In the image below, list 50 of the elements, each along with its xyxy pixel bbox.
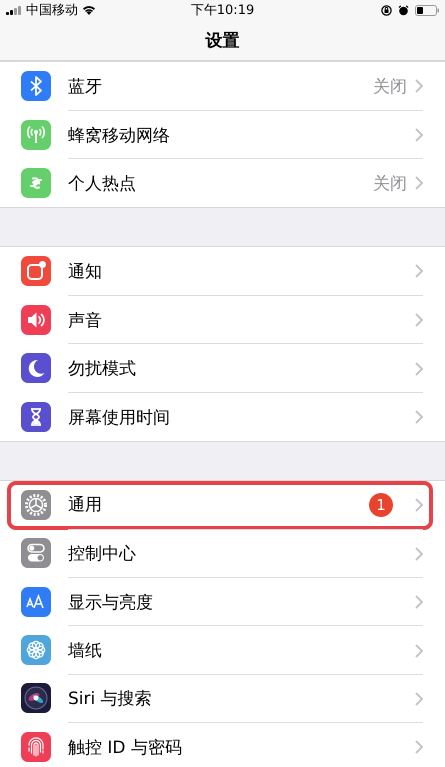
chevron-icon (415, 313, 423, 328)
notification-badge: 1 (369, 492, 393, 517)
settings-row[interactable]: 屏幕使用时间 (0, 392, 445, 441)
row-label: 声音 (68, 310, 103, 332)
settings-row[interactable]: Siri 与搜索 (0, 674, 445, 723)
row-label: 勿扰模式 (68, 358, 137, 380)
chevron-icon (415, 79, 423, 94)
settings-row[interactable]: 蓝牙 关闭 (0, 62, 445, 110)
row-label: 蜂窝移动网络 (68, 124, 171, 147)
chevron-icon (415, 546, 423, 561)
settings-row[interactable]: 勿扰模式 (0, 344, 445, 392)
chevron-icon (415, 498, 423, 512)
settings-row[interactable]: 显示与亮度 (0, 578, 445, 626)
settings-row[interactable]: 墙纸 (0, 626, 445, 674)
row-label: 控制中心 (68, 543, 137, 566)
settings-row[interactable]: 蜂窝移动网络 (0, 110, 445, 159)
alarm-icon (398, 4, 409, 16)
row-value: 关闭 (373, 172, 407, 195)
chevron-icon (415, 740, 423, 754)
wifi-icon (82, 5, 96, 15)
settings-row[interactable]: 通用 1 (0, 480, 445, 530)
clock-time: 下午10:19 (190, 2, 254, 19)
row-label: 通用 (68, 494, 103, 516)
battery-icon (415, 4, 439, 16)
signal-icon (6, 6, 22, 14)
row-label: 通知 (68, 260, 103, 283)
row-label: 个人热点 (68, 172, 137, 195)
chevron-icon (415, 595, 423, 610)
settings-row[interactable]: 个人热点 关闭 (0, 158, 445, 208)
row-value: 关闭 (373, 76, 407, 98)
chevron-icon (415, 128, 423, 142)
row-label: Siri 与搜索 (68, 688, 153, 710)
row-label: 触控 ID 与密码 (68, 736, 183, 759)
settings-row[interactable]: 控制中心 (0, 529, 445, 578)
row-label: 屏幕使用时间 (68, 406, 171, 429)
chevron-icon (415, 644, 423, 658)
row-label: 墙纸 (68, 640, 103, 662)
settings-row[interactable]: 声音 (0, 296, 445, 344)
carrier-name: 中国移动 (26, 2, 78, 19)
chevron-icon (415, 264, 423, 278)
chevron-icon (415, 176, 423, 190)
row-label: 蓝牙 (68, 76, 103, 98)
row-label: 显示与亮度 (68, 592, 154, 614)
chevron-icon (415, 410, 423, 424)
page-title: 设置 (206, 30, 240, 52)
chevron-icon (415, 362, 423, 376)
orientation-lock-icon (381, 4, 392, 16)
settings-row[interactable]: 触控 ID 与密码 (0, 722, 445, 767)
settings-row[interactable]: 通知 (0, 247, 445, 296)
chevron-icon (415, 692, 423, 706)
